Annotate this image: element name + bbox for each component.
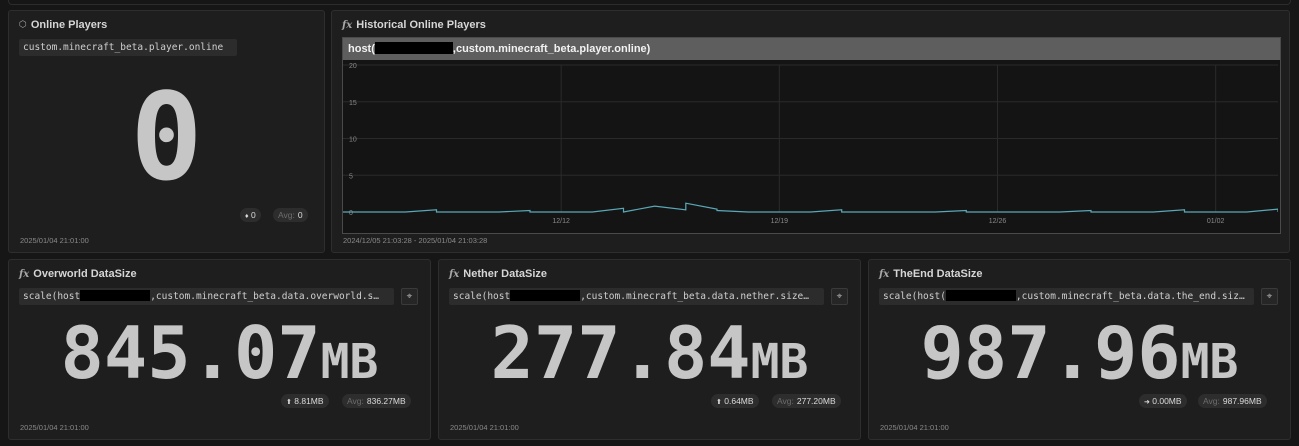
online-players-value: 0 xyxy=(130,69,203,208)
delta-badge: ⬆ 8.81MB xyxy=(281,394,329,408)
x-tick-label: 01/02 xyxy=(1207,218,1225,225)
query-text: custom.minecraft_beta.player.online xyxy=(23,42,224,53)
x-tick-label: 12/12 xyxy=(552,218,570,225)
query-suffix: ,custom.minecraft_beta.data.the_end.siz… xyxy=(1015,291,1245,302)
legend-prefix: host( xyxy=(348,43,375,55)
panel-title: ⬡ Online Players xyxy=(19,19,107,31)
function-icon: fx xyxy=(449,268,460,280)
chart-time-range: 2024/12/05 21:03:28 - 2025/01/04 21:03:2… xyxy=(343,236,488,245)
delta-badge: ➜ 0.00MB xyxy=(1139,394,1187,408)
overworld-datasize-panel: fx Overworld DataSize scale(host ,custom.… xyxy=(8,259,431,440)
panel-title-label: TheEnd DataSize xyxy=(893,268,983,280)
last-updated-timestamp: 2025/01/04 21:01:00 xyxy=(20,236,89,245)
function-icon: fx xyxy=(342,19,353,31)
avg-label: Avg: xyxy=(1203,396,1220,406)
delta-value: 0.00MB xyxy=(1152,396,1182,406)
chart-legend[interactable]: host( ,custom.minecraft_beta.player.onlin… xyxy=(343,38,1280,60)
avg-badge: Avg: 987.96MB xyxy=(1198,394,1267,408)
avg-value: 0 xyxy=(297,210,303,220)
focus-icon[interactable]: ⌖ xyxy=(831,288,848,305)
online-players-panel: ⬡ Online Players custom.minecraft_beta.p… xyxy=(8,10,325,253)
value-unit: MB xyxy=(1180,334,1239,390)
delta-value: 8.81MB xyxy=(294,396,324,406)
panel-title-label: Nether DataSize xyxy=(463,268,548,280)
metric-query[interactable]: scale(host ,custom.minecraft_beta.data.ne… xyxy=(449,288,824,305)
focus-icon[interactable]: ⌖ xyxy=(1261,288,1278,305)
historical-online-players-panel: fx Historical Online Players host( ,custo… xyxy=(331,10,1290,253)
last-updated-timestamp: 2025/01/04 21:01:00 xyxy=(450,423,519,432)
theend-datasize-value: 987.96MB xyxy=(869,310,1290,405)
value-number: 845.07 xyxy=(60,311,321,395)
query-prefix: scale(host( xyxy=(883,291,946,302)
redacted-host xyxy=(945,290,1016,301)
legend-suffix: ,custom.minecraft_beta.player.online) xyxy=(452,43,651,55)
redacted-host xyxy=(510,290,581,301)
avg-badge: Avg: 277.20MB xyxy=(772,394,841,408)
y-tick-label: 10 xyxy=(349,137,357,144)
arrow-right-icon: ➜ xyxy=(1144,399,1150,406)
overworld-datasize-value: 845.07MB xyxy=(9,310,430,405)
x-tick-label: 12/26 xyxy=(989,218,1007,225)
avg-label: Avg: xyxy=(777,396,794,406)
nether-datasize-value: 277.84MB xyxy=(439,310,860,405)
delta-arrow-icon: ♦ xyxy=(245,213,249,220)
x-tick-label: 12/19 xyxy=(771,218,789,225)
avg-value: 836.27MB xyxy=(366,396,406,406)
redacted-host xyxy=(80,290,151,301)
value-number: 987.96 xyxy=(920,311,1181,395)
function-icon: fx xyxy=(19,268,30,280)
cube-icon: ⬡ xyxy=(19,20,27,30)
avg-badge: Avg: 836.27MB xyxy=(342,394,411,408)
metric-query[interactable]: scale(host( ,custom.minecraft_beta.data.t… xyxy=(879,288,1254,305)
query-prefix: scale(host xyxy=(23,291,81,302)
query-prefix: scale(host xyxy=(453,291,511,302)
delta-badge: ♦ 0 xyxy=(240,208,261,222)
panel-title-label: Historical Online Players xyxy=(356,19,486,31)
chart-plot-area: 5 10 15 20 0 12/12 12/19 12/26 01/02 xyxy=(343,63,1278,225)
y-tick-label: 5 xyxy=(349,173,353,180)
panel-title: fx Overworld DataSize xyxy=(19,268,137,280)
panel-title-label: Overworld DataSize xyxy=(33,268,137,280)
delta-value: 0.64MB xyxy=(724,396,754,406)
panel-title: fx TheEnd DataSize xyxy=(879,268,983,280)
arrow-up-icon: ⬆ xyxy=(716,399,722,406)
avg-value: 987.96MB xyxy=(1222,396,1262,406)
y-tick-label: 20 xyxy=(349,63,357,70)
arrow-up-icon: ⬆ xyxy=(286,399,292,406)
panel-title: fx Historical Online Players xyxy=(342,19,486,31)
metric-query[interactable]: scale(host ,custom.minecraft_beta.data.ov… xyxy=(19,288,394,305)
value-number: 277.84 xyxy=(490,311,751,395)
query-suffix: ,custom.minecraft_beta.data.overworld.s… xyxy=(150,291,379,302)
last-updated-timestamp: 2025/01/04 21:01:00 xyxy=(20,423,89,432)
series-line xyxy=(343,202,1278,213)
y-tick-label: 0 xyxy=(349,210,353,217)
value-unit: MB xyxy=(750,334,809,390)
top-panel-edge xyxy=(8,0,1291,5)
focus-icon[interactable]: ⌖ xyxy=(401,288,418,305)
delta-value: 0 xyxy=(250,210,256,220)
delta-badge: ⬆ 0.64MB xyxy=(711,394,759,408)
query-suffix: ,custom.minecraft_beta.data.nether.size… xyxy=(580,291,809,302)
avg-value: 277.20MB xyxy=(796,396,836,406)
panel-title-label: Online Players xyxy=(30,19,108,31)
redacted-host xyxy=(374,42,453,55)
panel-title: fx Nether DataSize xyxy=(449,268,547,280)
y-tick-label: 15 xyxy=(349,100,357,107)
metric-query[interactable]: custom.minecraft_beta.player.online xyxy=(19,39,237,56)
avg-label: Avg: xyxy=(278,210,295,220)
nether-datasize-panel: fx Nether DataSize scale(host ,custom.min… xyxy=(438,259,861,440)
history-chart[interactable]: host( ,custom.minecraft_beta.player.onlin… xyxy=(342,37,1281,234)
avg-label: Avg: xyxy=(347,396,364,406)
avg-badge: Avg: 0 xyxy=(273,208,308,222)
last-updated-timestamp: 2025/01/04 21:01:00 xyxy=(880,423,949,432)
function-icon: fx xyxy=(879,268,890,280)
value-unit: MB xyxy=(320,334,379,390)
theend-datasize-panel: fx TheEnd DataSize scale(host( ,custom.mi… xyxy=(868,259,1291,440)
